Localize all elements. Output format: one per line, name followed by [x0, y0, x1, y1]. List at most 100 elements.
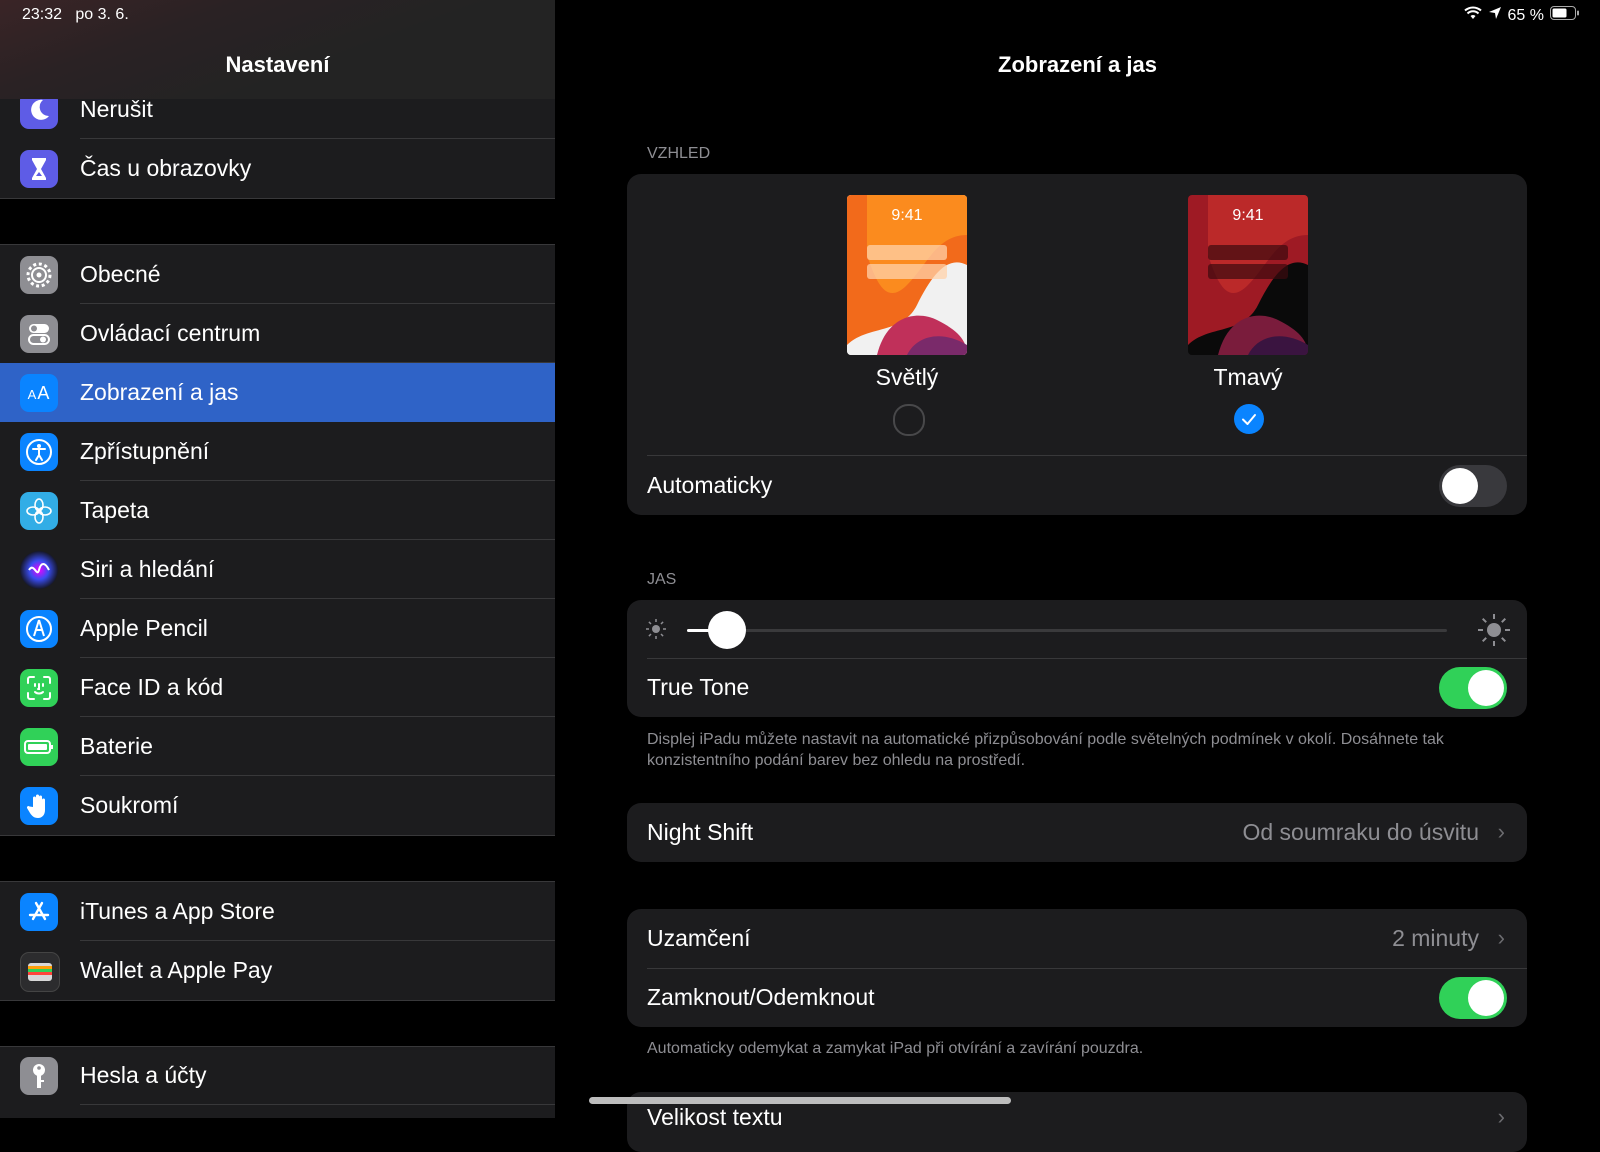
night-shift-group: Night Shift Od soumraku do úsvitu › [627, 803, 1527, 862]
wallet-icon [20, 952, 60, 992]
preview-notification-bar [867, 245, 947, 260]
night-shift-label: Night Shift [647, 819, 754, 845]
auto-lock-row[interactable]: Uzamčení 2 minuty › [627, 909, 1527, 968]
sidebar-item-control-center[interactable]: Ovládací centrum [0, 304, 555, 363]
sidebar-item-label: Siri a hledání [80, 556, 215, 582]
toggle-knob [1442, 468, 1478, 504]
brightness-track[interactable] [687, 629, 1447, 632]
page-title: Zobrazení a jas [998, 52, 1157, 77]
true-tone-row[interactable]: True Tone [627, 659, 1527, 717]
key-icon [20, 1057, 58, 1095]
hourglass-icon [20, 150, 58, 188]
sidebar-item-display-brightness[interactable]: AA Zobrazení a jas [0, 363, 555, 422]
auto-lock-value: 2 minuty [1392, 925, 1479, 951]
pencil-icon [20, 610, 58, 648]
sidebar-item-label: Čas u obrazovky [80, 155, 252, 181]
sidebar-item-label: Zpřístupnění [80, 438, 210, 464]
brightness-slider-knob[interactable] [708, 611, 747, 649]
scroll-indicator[interactable] [589, 1097, 1011, 1104]
sidebar-header: 23:32 po 3. 6. Nastavení [0, 0, 555, 99]
appearance-group: 9:41 Světlý 9:41 Tmavý Automaticky [627, 174, 1527, 515]
true-tone-footnote: Displej iPadu můžete nastavit na automat… [647, 731, 1444, 769]
sidebar-item-apple-pencil[interactable]: Apple Pencil [0, 599, 555, 658]
detail-pane: 65 % Zobrazení a jas VZHLED 9:41 Světlý [555, 0, 1600, 1152]
lock-unlock-row[interactable]: Zamknout/Odemknout [627, 969, 1527, 1027]
dark-preview-image[interactable]: 9:41 [1188, 195, 1308, 355]
sidebar-item-label: Ovládací centrum [80, 320, 261, 346]
auto-lock-label: Uzamčení [647, 925, 751, 951]
dark-option-label: Tmavý [1213, 364, 1283, 390]
sidebar-item-screen-time[interactable]: Čas u obrazovky [0, 139, 555, 198]
sidebar-item-passwords-accounts[interactable]: Hesla a účty [0, 1046, 555, 1105]
chevron-right-icon: › [1497, 925, 1505, 950]
app-store-icon [20, 893, 58, 931]
sidebar-item-wallet[interactable]: Wallet a Apple Pay [0, 941, 555, 1000]
true-tone-toggle[interactable] [1439, 667, 1507, 709]
preview-time: 9:41 [1232, 207, 1264, 224]
battery-percent: 65 % [1507, 6, 1544, 24]
sidebar-item-siri-search[interactable]: Siri a hledání [0, 540, 555, 599]
sidebar-item-general[interactable]: Obecné [0, 245, 555, 304]
sidebar-item-privacy[interactable]: Soukromí [0, 776, 555, 835]
battery-status-icon [1550, 6, 1580, 25]
preview-time: 9:41 [891, 207, 923, 224]
toggle-knob [1468, 670, 1504, 706]
settings-sidebar: Nerušit Čas u obrazovky Obecné Ovládací … [0, 0, 555, 1118]
text-size-icon: AA [20, 374, 58, 412]
preview-notification-bar [1208, 245, 1288, 260]
wifi-icon [1463, 6, 1482, 25]
night-shift-value: Od soumraku do úsvitu [1242, 819, 1479, 845]
sidebar-title: Nastavení [225, 52, 330, 77]
siri-icon [20, 551, 58, 589]
automatic-label: Automaticky [647, 472, 773, 498]
sidebar-item-label: Baterie [80, 733, 153, 759]
section-label-appearance: VZHLED [647, 145, 711, 162]
divider [80, 1104, 555, 1105]
sidebar-item-accessibility[interactable]: Zpřístupnění [0, 422, 555, 481]
section-gap [0, 1000, 555, 1047]
location-arrow-icon [1488, 6, 1502, 25]
hand-icon [20, 787, 58, 825]
sun-large-icon [1477, 613, 1511, 652]
sidebar-item-label: Hesla a účty [80, 1062, 207, 1088]
face-id-icon [20, 669, 58, 707]
automatic-row[interactable]: Automaticky [627, 456, 1527, 515]
flower-icon [20, 492, 58, 530]
section-gap [0, 835, 555, 882]
dark-radio-checked[interactable] [1234, 404, 1264, 434]
lock-footnote: Automaticky odemykat a zamykat iPad při … [647, 1040, 1144, 1057]
light-option-label: Světlý [875, 364, 939, 390]
lock-unlock-toggle[interactable] [1439, 977, 1507, 1019]
night-shift-row[interactable]: Night Shift Od soumraku do úsvitu › [627, 803, 1527, 862]
light-preview-image[interactable]: 9:41 [847, 195, 967, 355]
toggle-knob [1468, 980, 1504, 1016]
chevron-right-icon: › [1497, 819, 1505, 844]
sidebar-item-label: Face ID a kód [80, 674, 224, 700]
lock-unlock-label: Zamknout/Odemknout [647, 984, 875, 1010]
gear-icon [20, 256, 58, 294]
sidebar-item-label: iTunes a App Store [80, 898, 275, 924]
sidebar-item-face-id[interactable]: Face ID a kód [0, 658, 555, 717]
status-bar-right: 65 % [1463, 6, 1580, 25]
sidebar-item-label: Wallet a Apple Pay [80, 957, 273, 983]
sidebar-item-label: Nerušit [80, 96, 153, 122]
true-tone-label: True Tone [647, 674, 750, 700]
sidebar-item-label: Apple Pencil [80, 615, 208, 641]
sidebar-item-wallpaper[interactable]: Tapeta [0, 481, 555, 540]
section-gap [0, 198, 555, 245]
sidebar-item-itunes-app-store[interactable]: iTunes a App Store [0, 882, 555, 941]
battery-icon [20, 728, 58, 766]
sidebar-item-label: Tapeta [80, 497, 150, 523]
checkmark-icon [1242, 414, 1256, 425]
brightness-slider-row[interactable] [627, 600, 1527, 659]
switches-icon [20, 315, 58, 353]
sidebar-item-label: Zobrazení a jas [80, 379, 239, 405]
sidebar-item-label: Soukromí [80, 792, 179, 818]
lock-group: Uzamčení 2 minuty › Zamknout/Odemknout [627, 909, 1527, 1027]
status-time: 23:32 po 3. 6. [22, 6, 129, 23]
sidebar-item-battery[interactable]: Baterie [0, 717, 555, 776]
preview-notification-bar [867, 264, 947, 279]
automatic-toggle[interactable] [1439, 465, 1507, 507]
light-radio[interactable] [893, 404, 925, 436]
sidebar-item-label: Obecné [80, 261, 161, 287]
